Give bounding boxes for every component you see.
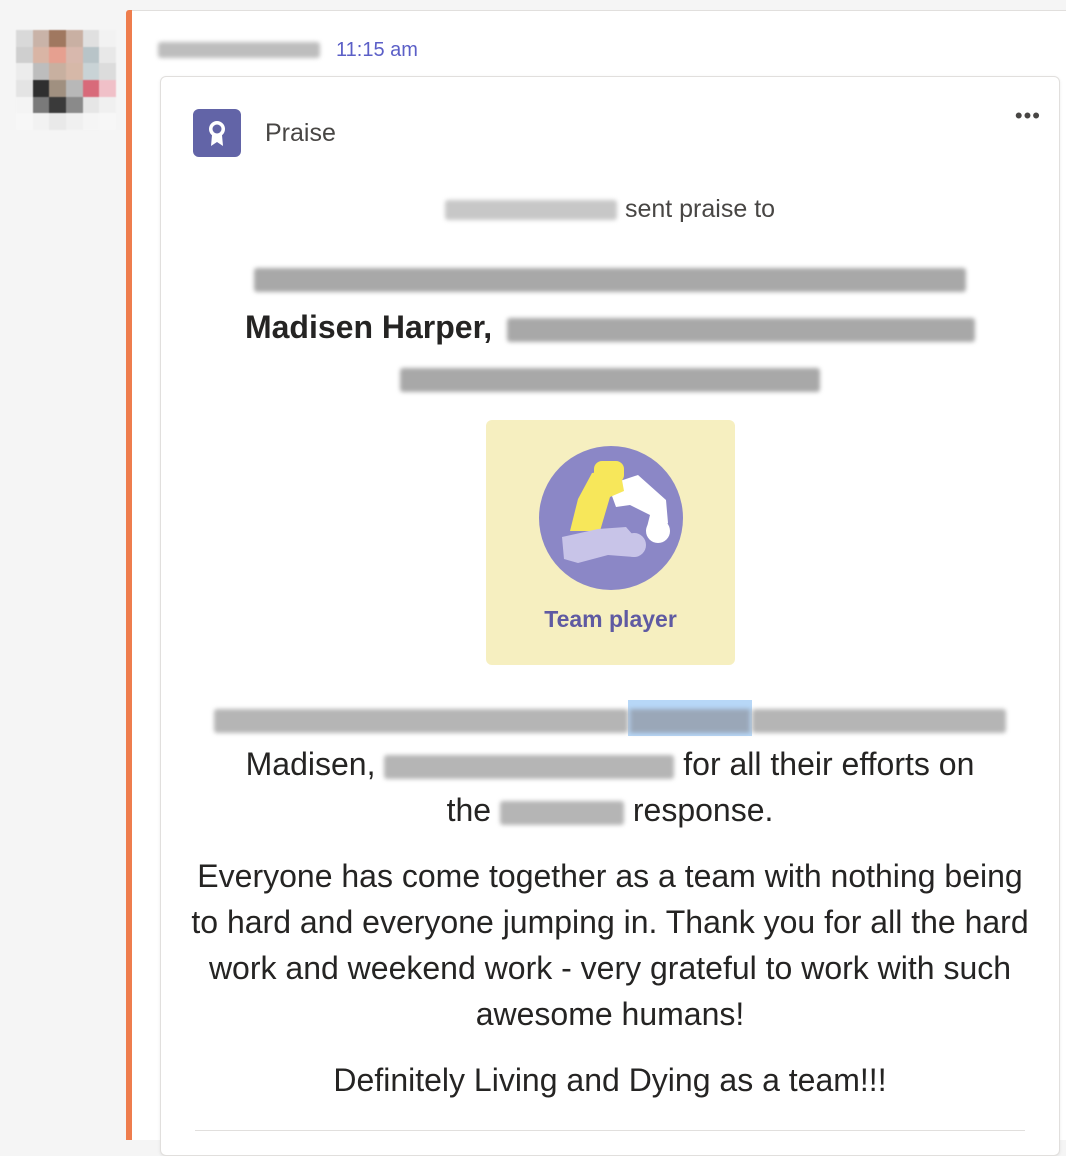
sender-name-redacted[interactable]: [158, 42, 320, 58]
message-name-madisen: Madisen,: [246, 746, 376, 782]
recipients-line-1: [221, 252, 999, 302]
card-title: Praise: [265, 119, 336, 148]
card-header: Praise: [193, 109, 336, 157]
message-paragraph-1: Madisen, for all their efforts on the re…: [181, 695, 1039, 833]
badge-label: Team player: [486, 606, 735, 633]
message-header: 11:15 am: [158, 36, 418, 64]
selected-name-redacted[interactable]: [628, 700, 752, 736]
praise-app-icon: [193, 109, 241, 157]
praise-message: Madisen, for all their efforts on the re…: [181, 695, 1039, 1123]
recipients-list: Madisen Harper,: [221, 252, 999, 402]
team-player-arms-icon: [538, 445, 684, 591]
recipients-line-2: Madisen Harper,: [221, 302, 999, 352]
message-the-text: the: [447, 792, 491, 828]
message-response-text: response.: [633, 792, 774, 828]
avatar[interactable]: [16, 30, 116, 130]
recipients-line-3: [221, 352, 999, 402]
sent-praise-line: sent praise to: [161, 195, 1059, 224]
message-timestamp: 11:15 am: [336, 39, 418, 62]
sender-redacted: [445, 200, 617, 220]
team-player-badge: Team player: [486, 420, 735, 665]
message-paragraph-3: Definitely Living and Dying as a team!!!: [181, 1057, 1039, 1103]
recipients-redacted-2: [507, 318, 975, 342]
message-efforts-text: for all their efforts on: [683, 746, 974, 782]
card-divider: [195, 1130, 1025, 1131]
recipients-redacted-3: [400, 368, 820, 392]
more-options-button[interactable]: •••: [1015, 105, 1041, 127]
names-redacted-2: [752, 709, 1006, 733]
names-redacted-3: [384, 755, 674, 779]
names-redacted-1: [214, 709, 628, 733]
project-redacted: [500, 801, 624, 825]
sent-praise-text: sent praise to: [625, 195, 775, 223]
message-paragraph-2: Everyone has come together as a team wit…: [181, 853, 1039, 1037]
praise-card: Praise ••• sent praise to Madisen Harper…: [160, 76, 1060, 1156]
recipients-redacted-1: [254, 268, 966, 292]
message-line-1: [214, 700, 1006, 736]
recipient-madisen: Madisen Harper,: [245, 309, 492, 345]
ribbon-badge-icon: [205, 119, 229, 147]
more-options-icon: •••: [1015, 103, 1041, 128]
